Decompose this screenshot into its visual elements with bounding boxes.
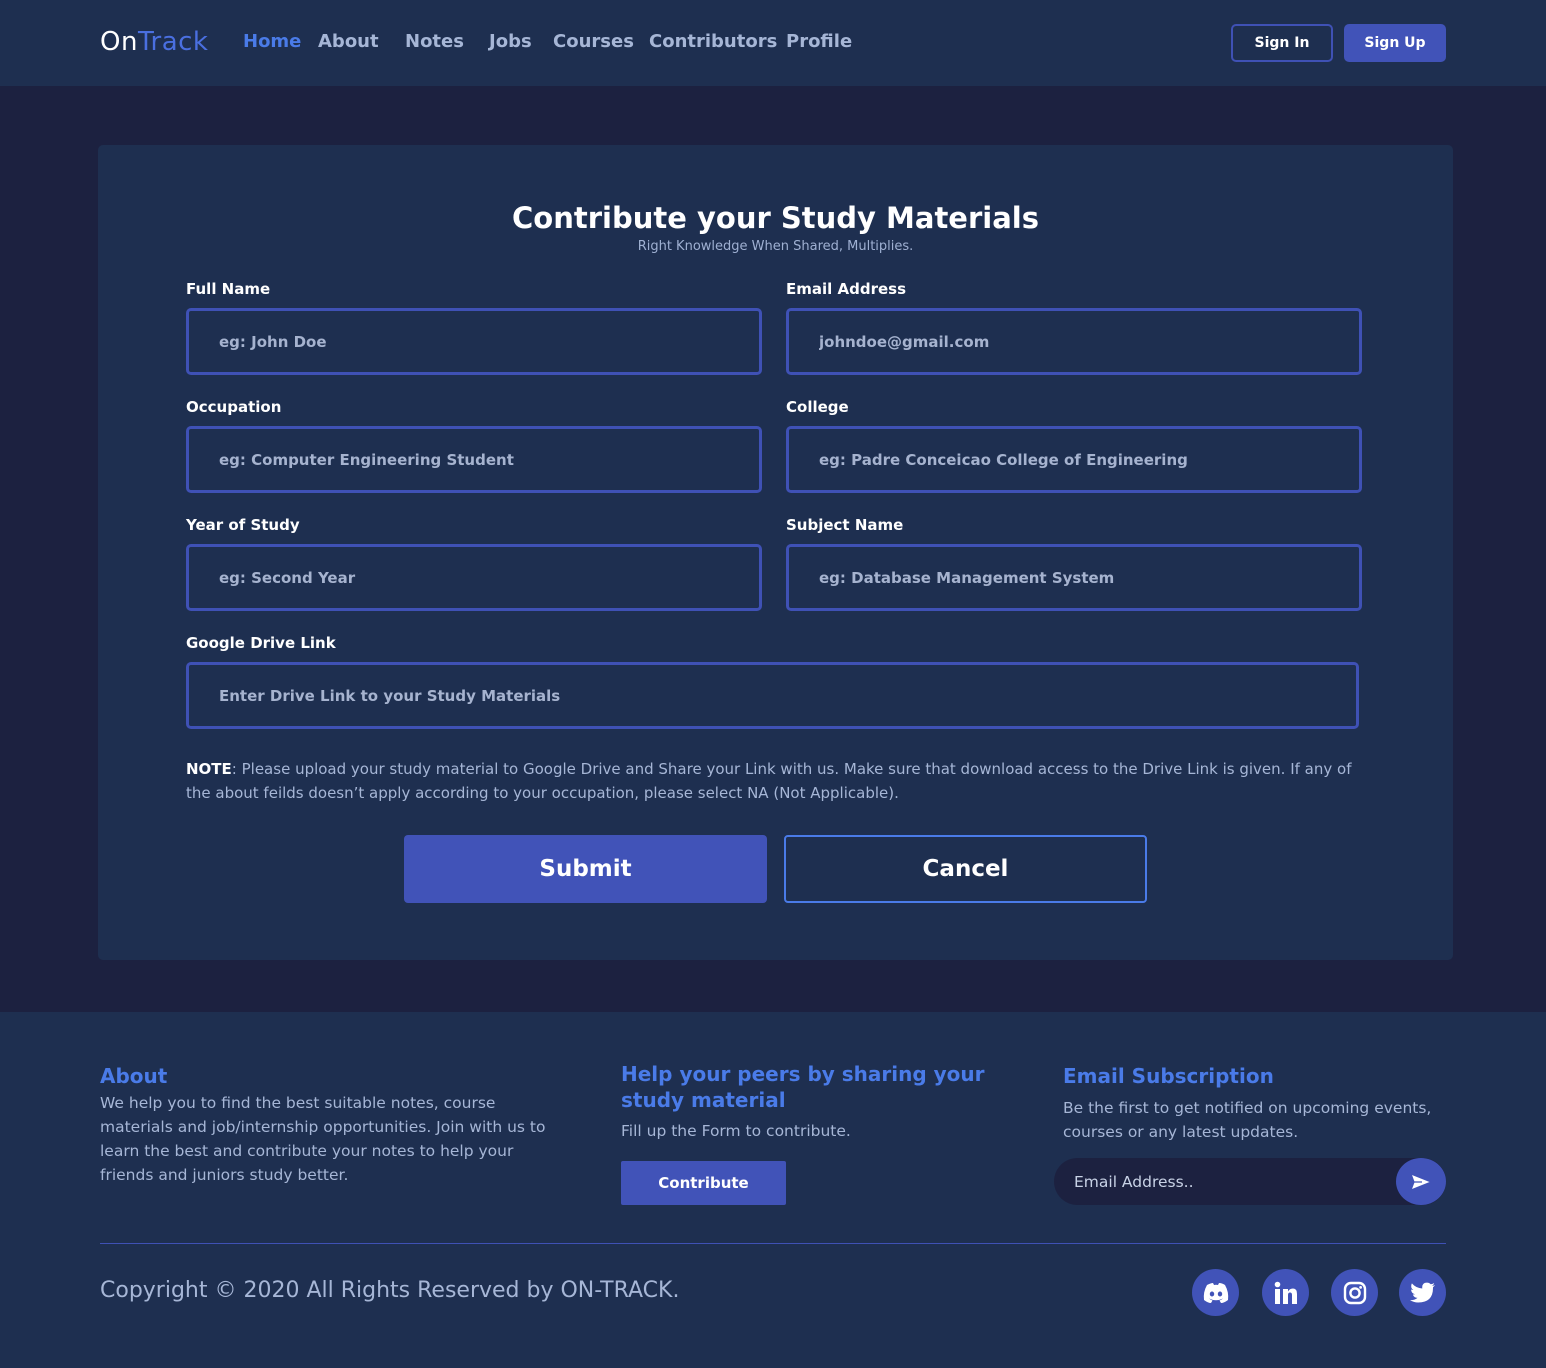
subscription-email-input[interactable] bbox=[1054, 1158, 1394, 1205]
twitter-link[interactable] bbox=[1399, 1269, 1446, 1316]
subject-name-input[interactable] bbox=[786, 544, 1362, 611]
footer-about-heading: About bbox=[100, 1064, 168, 1088]
occupation-label: Occupation bbox=[186, 398, 282, 416]
subscribe-send-button[interactable] bbox=[1396, 1158, 1446, 1205]
instagram-icon bbox=[1343, 1281, 1366, 1304]
submit-button[interactable]: Submit bbox=[404, 835, 767, 903]
form-title: Contribute your Study Materials bbox=[512, 201, 1039, 235]
full-name-input[interactable] bbox=[186, 308, 762, 375]
twitter-icon bbox=[1409, 1282, 1435, 1302]
footer-help-heading: Help your peers by sharing your study ma… bbox=[621, 1062, 985, 1112]
footer-help-text: Fill up the Form to contribute. bbox=[621, 1122, 851, 1140]
nav-link-courses[interactable]: Courses bbox=[553, 31, 634, 52]
nav-link-jobs[interactable]: Jobs bbox=[489, 31, 532, 52]
linkedin-link[interactable] bbox=[1262, 1269, 1309, 1316]
nav-link-contributors[interactable]: Contributors bbox=[649, 31, 777, 52]
logo-prefix: On bbox=[100, 27, 138, 57]
contribute-button[interactable]: Contribute bbox=[621, 1161, 786, 1205]
footer-subscription-text: Be the first to get notified on upcoming… bbox=[1063, 1099, 1432, 1141]
footer-about-text: We help you to find the best suitable no… bbox=[100, 1094, 546, 1184]
nav-link-about[interactable]: About bbox=[318, 31, 379, 52]
college-input[interactable] bbox=[786, 426, 1362, 493]
form-subtitle: Right Knowledge When Shared, Multiplies. bbox=[637, 239, 914, 254]
discord-link[interactable] bbox=[1192, 1269, 1239, 1316]
occupation-input[interactable] bbox=[186, 426, 762, 493]
sign-up-button[interactable]: Sign Up bbox=[1344, 24, 1446, 62]
nav-link-notes[interactable]: Notes bbox=[405, 31, 464, 52]
subscription-box bbox=[1054, 1158, 1446, 1205]
nav-link-home[interactable]: Home bbox=[243, 31, 301, 52]
cancel-button[interactable]: Cancel bbox=[784, 835, 1147, 903]
footer-divider bbox=[100, 1243, 1446, 1244]
sign-in-button[interactable]: Sign In bbox=[1231, 24, 1333, 62]
send-icon bbox=[1411, 1173, 1431, 1190]
drive-link-input[interactable] bbox=[186, 662, 1359, 729]
full-name-label: Full Name bbox=[186, 280, 271, 298]
drive-link-label: Google Drive Link bbox=[186, 634, 336, 652]
year-of-study-input[interactable] bbox=[186, 544, 762, 611]
navbar: OnTrack Home About Notes Jobs Courses Co… bbox=[0, 0, 1546, 86]
email-label: Email Address bbox=[786, 280, 907, 298]
note-text: : Please upload your study material to G… bbox=[186, 760, 1352, 802]
instagram-link[interactable] bbox=[1331, 1269, 1378, 1316]
form-note: NOTE: Please upload your study material … bbox=[186, 757, 1366, 805]
logo-suffix: Track bbox=[137, 27, 209, 57]
discord-icon bbox=[1203, 1282, 1228, 1303]
logo[interactable]: OnTrack bbox=[100, 27, 209, 57]
college-label: College bbox=[786, 398, 849, 416]
year-of-study-label: Year of Study bbox=[186, 516, 300, 534]
footer: About We help you to find the best suita… bbox=[0, 1012, 1546, 1368]
copyright: Copyright © 2020 All Rights Reserved by … bbox=[100, 1278, 680, 1303]
note-label: NOTE bbox=[186, 760, 232, 778]
nav-link-profile[interactable]: Profile bbox=[786, 31, 852, 52]
linkedin-icon bbox=[1274, 1281, 1297, 1304]
footer-subscription-heading: Email Subscription bbox=[1063, 1064, 1274, 1088]
contribute-form-card: Contribute your Study Materials Right Kn… bbox=[98, 145, 1453, 960]
subject-name-label: Subject Name bbox=[786, 516, 904, 534]
email-input[interactable] bbox=[786, 308, 1362, 375]
